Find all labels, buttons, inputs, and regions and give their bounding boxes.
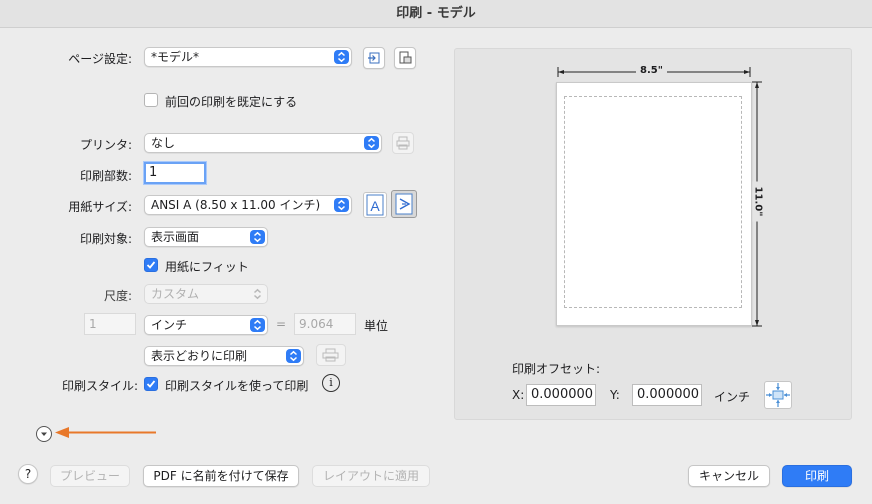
- copies-label: 印刷部数:: [79, 169, 132, 183]
- plot-area-popup[interactable]: 表示画面: [144, 227, 268, 247]
- portrait-icon: A: [366, 194, 384, 216]
- plot-area-value: 表示画面: [151, 230, 200, 244]
- scale-value: カスタム: [151, 287, 200, 301]
- page-setup-icon: [399, 51, 412, 64]
- printer-popup[interactable]: なし: [144, 133, 382, 153]
- plot-style-checkbox[interactable]: [144, 377, 158, 391]
- checkmark-icon: [146, 380, 156, 388]
- fit-to-paper-label: 用紙にフィット: [165, 260, 249, 274]
- center-plot-button[interactable]: [764, 381, 792, 409]
- chevron-down-icon: [41, 432, 47, 436]
- copies-field[interactable]: 1: [144, 162, 206, 184]
- window-title: 印刷 - モデル: [0, 0, 872, 28]
- use-previous-checkbox[interactable]: [144, 93, 158, 107]
- printer-properties-button[interactable]: [392, 132, 414, 154]
- paper-size-popup[interactable]: ANSI A (8.50 x 11.00 インチ): [144, 195, 352, 215]
- page-setup-label: ページ設定:: [68, 52, 132, 66]
- scale-units-label: 単位: [364, 319, 389, 333]
- offset-x-label: X:: [512, 388, 525, 402]
- print-button[interactable]: 印刷: [782, 465, 852, 487]
- cancel-button[interactable]: キャンセル: [688, 465, 770, 487]
- printer-value: なし: [151, 136, 176, 150]
- plot-style-check-label: 印刷スタイルを使って印刷: [165, 379, 309, 393]
- popup-arrows-icon: [334, 198, 349, 212]
- scale-inches-field[interactable]: 1: [84, 313, 136, 335]
- landscape-button[interactable]: [391, 190, 417, 218]
- center-plot-icon: [766, 383, 790, 407]
- scale-label: 尺度:: [103, 289, 132, 303]
- printer-icon: [322, 348, 339, 362]
- popup-arrows-icon: [334, 50, 349, 64]
- portrait-button[interactable]: A: [363, 192, 387, 218]
- paper-height-label: 11.0": [752, 181, 764, 222]
- svg-text:A: A: [370, 198, 380, 214]
- shade-plot-value: 表示どおりに印刷: [151, 349, 248, 363]
- popup-arrows-icon: [250, 318, 265, 332]
- popup-arrows-icon: [364, 136, 379, 150]
- save-as-pdf-button[interactable]: PDF に名前を付けて保存: [143, 465, 299, 487]
- shade-plot-popup[interactable]: 表示どおりに印刷: [144, 346, 304, 366]
- scale-unit-value: インチ: [151, 318, 188, 332]
- plot-area-label: 印刷対象:: [79, 232, 132, 246]
- import-icon: [368, 52, 380, 64]
- offset-x-field[interactable]: 0.000000: [526, 384, 596, 406]
- printable-area: [564, 96, 742, 308]
- checkmark-icon: [146, 261, 156, 269]
- scale-popup[interactable]: カスタム: [144, 284, 268, 304]
- shade-options-button[interactable]: [316, 344, 346, 366]
- page-setup-value: *モデル*: [151, 50, 200, 64]
- offset-y-field[interactable]: 0.000000: [632, 384, 702, 406]
- paper-size-value: ANSI A (8.50 x 11.00 インチ): [151, 198, 321, 212]
- fit-to-paper-checkbox[interactable]: [144, 258, 158, 272]
- page-setup-popup[interactable]: *モデル*: [144, 47, 352, 67]
- apply-to-layout-button[interactable]: レイアウトに適用: [312, 465, 430, 487]
- import-page-setup-button[interactable]: [363, 47, 385, 69]
- scale-unit-popup[interactable]: インチ: [144, 315, 268, 335]
- scale-equals-sign: =: [276, 317, 287, 331]
- popup-arrows-icon: [286, 349, 301, 363]
- use-previous-label: 前回の印刷を既定にする: [165, 95, 298, 109]
- landscape-icon: [395, 193, 413, 215]
- help-button[interactable]: ?: [18, 464, 38, 484]
- expand-disclosure-button[interactable]: [36, 426, 52, 442]
- annotation-arrow: [55, 427, 156, 438]
- printer-label: プリンタ:: [79, 138, 132, 152]
- paper-size-label: 用紙サイズ:: [68, 200, 132, 214]
- preview-button[interactable]: プレビュー: [50, 465, 130, 487]
- plot-offset-title: 印刷オフセット:: [512, 362, 601, 376]
- info-icon[interactable]: i: [322, 374, 340, 392]
- popup-arrows-icon: [250, 287, 265, 301]
- offset-unit-label: インチ: [714, 390, 751, 404]
- offset-y-label: Y:: [610, 388, 620, 402]
- popup-arrows-icon: [250, 230, 265, 244]
- paper-width-label: 8.5": [636, 65, 667, 76]
- page-setup-manager-button[interactable]: [394, 47, 416, 69]
- scale-units-field[interactable]: 9.064: [294, 313, 356, 335]
- printer-icon: [396, 136, 410, 150]
- plot-style-label: 印刷スタイル:: [61, 379, 138, 393]
